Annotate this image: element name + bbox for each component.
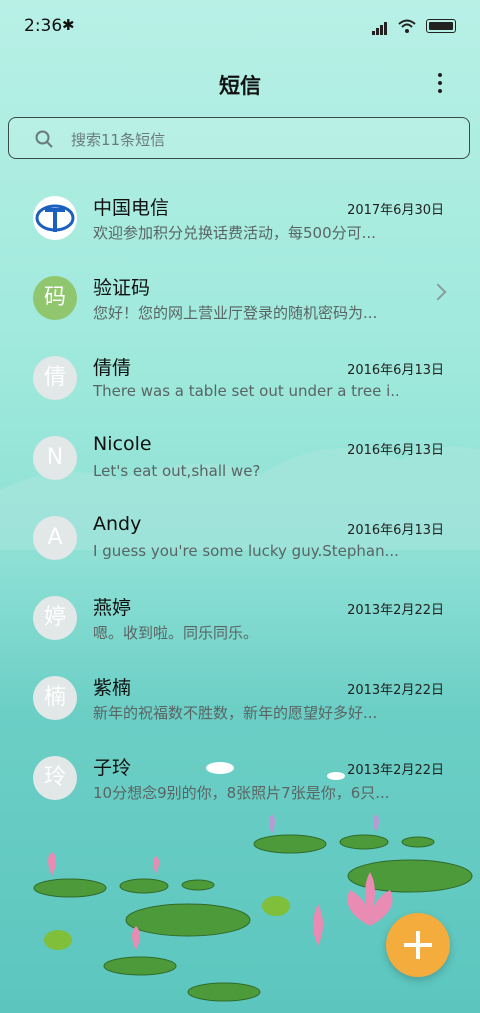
message-preview: 10分想念9别的你，8张照片7张是你，6只... [93,784,390,802]
search-icon [35,130,53,148]
avatar: 楠 [33,676,77,720]
contact-name: 倩倩 [93,357,132,379]
page-title: 短信 [219,74,261,98]
message-preview: 新年的祝福数不胜数，新年的愿望好多好... [93,704,378,722]
conversation-item[interactable]: 码 验证码 您好！您的网上营业厅登录的随机密码为... [0,256,480,336]
avatar: 码 [33,276,77,320]
new-message-button[interactable] [386,913,450,977]
message-date: 2017年6月30日 [347,203,444,218]
conversation-item[interactable]: N Nicole 2016年6月13日 Let's eat out,shall … [0,416,480,496]
china-telecom-logo-icon [33,196,77,240]
contact-name: 燕婷 [93,597,132,619]
avatar: 倩 [33,356,77,400]
contact-name: 子玲 [93,757,132,779]
search-placeholder: 搜索11条短信 [71,131,166,149]
avatar: A [33,516,77,560]
wifi-icon [398,19,416,33]
status-time: 2:36 [24,16,63,36]
contact-name: 紫楠 [93,677,132,699]
conversation-item[interactable]: 婷 燕婷 2013年2月22日 嗯。收到啦。同乐同乐。 [0,576,480,656]
message-preview: 欢迎参加积分兑换话费活动，每500分可... [93,224,376,242]
avatar: 玲 [33,756,77,800]
status-bar: 2:36 ✱ [0,0,480,52]
conversation-item[interactable]: 玲 子玲 2013年2月22日 10分想念9别的你，8张照片7张是你，6只... [0,736,480,816]
message-preview: I guess you're some lucky guy.Stephan... [93,542,398,560]
message-preview: There was a table set out under a tree i… [93,382,398,400]
message-date: 2013年2月22日 [347,603,444,618]
message-date: 2016年6月13日 [347,523,444,538]
avatar: 婷 [33,596,77,640]
message-preview: Let's eat out,shall we? [93,462,261,480]
message-date: 2013年2月22日 [347,763,444,778]
conversation-item[interactable]: 楠 紫楠 2013年2月22日 新年的祝福数不胜数，新年的愿望好多好... [0,656,480,736]
conversation-list: 中国电信 2017年6月30日 欢迎参加积分兑换话费活动，每500分可... 码… [0,176,480,816]
chevron-right-icon [429,283,447,301]
contact-name: 中国电信 [93,197,170,219]
message-date: 2016年6月13日 [347,363,444,378]
contact-name: Andy [93,513,142,535]
conversation-item[interactable]: A Andy 2016年6月13日 I guess you're some lu… [0,496,480,576]
contact-name: Nicole [93,433,152,455]
message-preview: 嗯。收到啦。同乐同乐。 [93,624,259,642]
message-date: 2013年2月22日 [347,683,444,698]
conversation-item[interactable]: 中国电信 2017年6月30日 欢迎参加积分兑换话费活动，每500分可... [0,176,480,256]
more-options-icon[interactable] [430,70,450,98]
conversation-item[interactable]: 倩 倩倩 2016年6月13日 There was a table set ou… [0,336,480,416]
signal-icon [372,16,388,35]
bluetooth-icon: ✱ [62,16,75,34]
message-date: 2016年6月13日 [347,443,444,458]
search-input[interactable]: 搜索11条短信 [8,117,470,159]
battery-icon [426,18,456,33]
avatar: N [33,436,77,480]
contact-name: 验证码 [93,277,151,299]
message-preview: 您好！您的网上营业厅登录的随机密码为... [93,304,378,322]
